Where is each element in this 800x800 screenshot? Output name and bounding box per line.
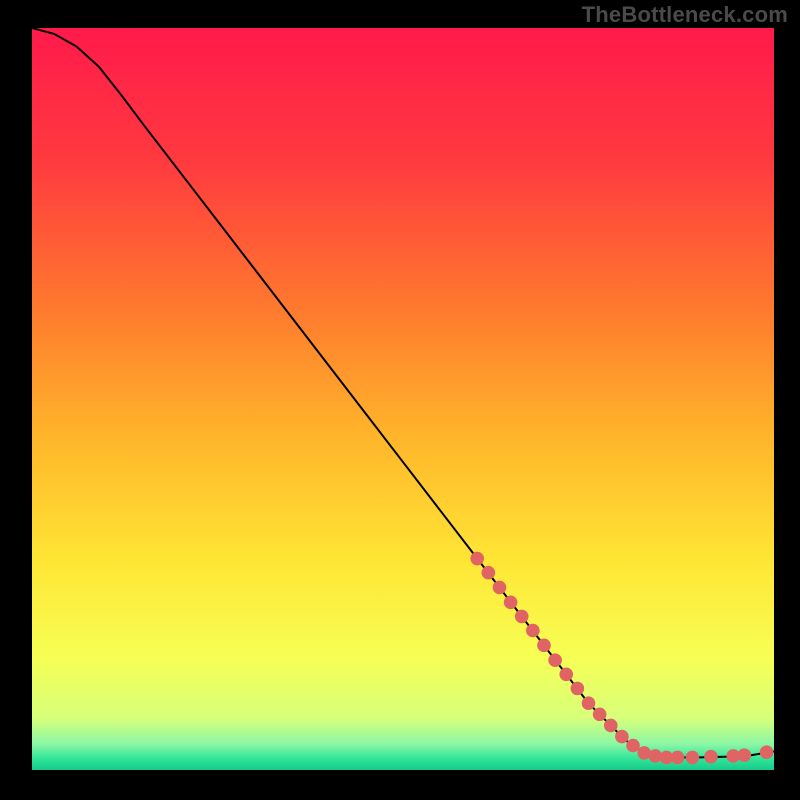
gradient-background	[32, 28, 774, 770]
marker-point	[559, 667, 573, 681]
marker-point	[615, 730, 629, 744]
marker-point	[582, 696, 596, 710]
marker-point	[470, 552, 484, 566]
marker-point	[704, 750, 718, 764]
marker-point	[738, 748, 752, 762]
marker-point	[760, 745, 774, 759]
plot-area	[32, 28, 774, 770]
marker-point	[671, 751, 685, 765]
chart-container: TheBottleneck.com	[0, 0, 800, 800]
chart-svg	[32, 28, 774, 770]
marker-point	[515, 610, 529, 624]
marker-point	[571, 682, 585, 696]
marker-point	[548, 653, 562, 667]
marker-point	[504, 596, 518, 610]
watermark-text: TheBottleneck.com	[582, 2, 788, 28]
marker-point	[686, 751, 700, 765]
marker-point	[537, 639, 551, 653]
marker-point	[493, 581, 507, 595]
marker-point	[482, 566, 496, 580]
marker-point	[593, 708, 607, 722]
marker-point	[626, 739, 640, 753]
marker-point	[604, 719, 618, 733]
marker-point	[526, 624, 540, 638]
